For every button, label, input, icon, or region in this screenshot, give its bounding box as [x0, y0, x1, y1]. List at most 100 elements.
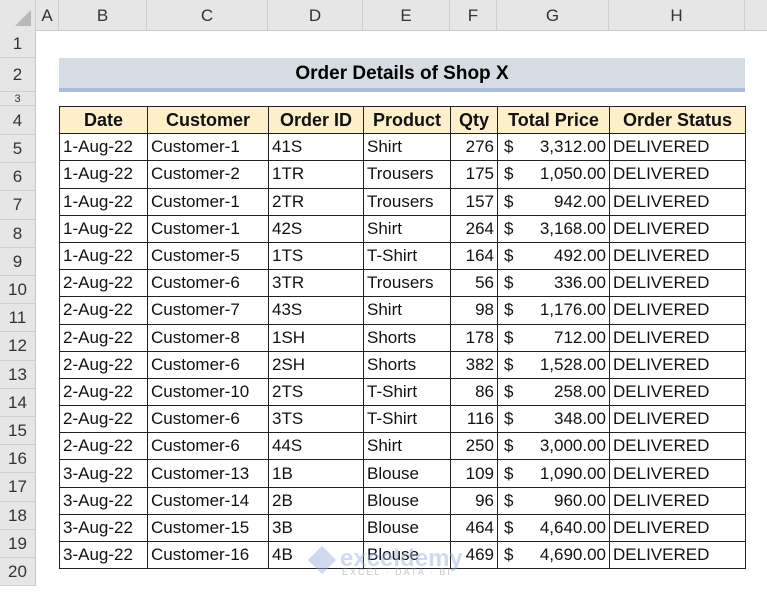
cell-total-price[interactable]: $1,176.00 — [497, 296, 610, 325]
cell-order-status[interactable]: DELIVERED — [609, 350, 746, 379]
cell-total-price[interactable]: $1,528.00 — [497, 350, 610, 379]
cell-total-price[interactable]: $3,312.00 — [497, 133, 610, 162]
cell-total-price[interactable]: $1,050.00 — [497, 160, 610, 189]
row-header-18[interactable]: 18 — [0, 501, 36, 530]
cell-order-id[interactable]: 1TR — [268, 160, 364, 189]
cell-qty[interactable]: 164 — [450, 241, 498, 271]
cell-order-status[interactable]: DELIVERED — [609, 513, 746, 543]
cell-date[interactable]: 2-Aug-22 — [59, 405, 148, 434]
cell-customer[interactable]: Customer-13 — [147, 459, 269, 488]
cell-order-id[interactable]: 1TS — [268, 241, 364, 271]
cell-customer[interactable]: Customer-10 — [147, 377, 269, 407]
column-header-a[interactable]: A — [36, 0, 59, 30]
row-header-7[interactable]: 7 — [0, 191, 36, 220]
cell-order-id[interactable]: 3B — [268, 513, 364, 543]
cell-order-id[interactable]: 3TR — [268, 269, 364, 298]
column-header-d[interactable]: D — [268, 0, 363, 30]
cell-date[interactable]: 1-Aug-22 — [59, 133, 148, 162]
header-order-id[interactable]: Order ID — [268, 105, 364, 135]
cell-customer[interactable]: Customer-7 — [147, 296, 269, 325]
row-header-11[interactable]: 11 — [0, 304, 36, 333]
cell-customer[interactable]: Customer-5 — [147, 241, 269, 271]
cell-date[interactable]: 2-Aug-22 — [59, 269, 148, 298]
row-header-1[interactable]: 1 — [0, 30, 36, 58]
cell-qty[interactable]: 157 — [450, 187, 498, 216]
cell-customer[interactable]: Customer-6 — [147, 432, 269, 461]
cell-order-status[interactable]: DELIVERED — [609, 377, 746, 407]
cell-order-status[interactable]: DELIVERED — [609, 214, 746, 243]
cell-order-status[interactable]: DELIVERED — [609, 160, 746, 189]
cell-order-id[interactable]: 1SH — [268, 323, 364, 352]
cell-customer[interactable]: Customer-2 — [147, 160, 269, 189]
cell-order-id[interactable]: 2SH — [268, 350, 364, 379]
column-header-g[interactable]: G — [497, 0, 609, 30]
cell-total-price[interactable]: $3,000.00 — [497, 432, 610, 461]
row-header-2[interactable]: 2 — [0, 58, 36, 92]
cell-product[interactable]: Trousers — [363, 187, 451, 216]
cell-product[interactable]: Blouse — [363, 540, 451, 570]
row-header-20[interactable]: 20 — [0, 558, 36, 587]
sheet-title[interactable]: Order Details of Shop X — [59, 58, 745, 92]
cell-product[interactable]: Blouse — [363, 486, 451, 515]
row-header-16[interactable]: 16 — [0, 445, 36, 474]
cell-total-price[interactable]: $960.00 — [497, 486, 610, 515]
cell-order-status[interactable]: DELIVERED — [609, 459, 746, 488]
cell-qty[interactable]: 98 — [450, 296, 498, 325]
cell-date[interactable]: 2-Aug-22 — [59, 350, 148, 379]
cell-product[interactable]: Shirt — [363, 296, 451, 325]
cell-product[interactable]: Shorts — [363, 323, 451, 352]
row-header-6[interactable]: 6 — [0, 163, 36, 192]
cell-product[interactable]: T-Shirt — [363, 405, 451, 434]
row-header-14[interactable]: 14 — [0, 388, 36, 417]
header-total-price[interactable]: Total Price — [497, 105, 610, 135]
cell-date[interactable]: 1-Aug-22 — [59, 214, 148, 243]
cell-order-id[interactable]: 2TR — [268, 187, 364, 216]
cell-product[interactable]: Blouse — [363, 513, 451, 543]
cell-order-status[interactable]: DELIVERED — [609, 405, 746, 434]
cell-date[interactable]: 1-Aug-22 — [59, 160, 148, 189]
cell-order-status[interactable]: DELIVERED — [609, 323, 746, 352]
cell-date[interactable]: 3-Aug-22 — [59, 513, 148, 543]
cell-order-status[interactable]: DELIVERED — [609, 486, 746, 515]
cell-date[interactable]: 2-Aug-22 — [59, 323, 148, 352]
cell-product[interactable]: Trousers — [363, 269, 451, 298]
column-header-f[interactable]: F — [450, 0, 497, 30]
cell-qty[interactable]: 96 — [450, 486, 498, 515]
row-header-13[interactable]: 13 — [0, 360, 36, 389]
cell-customer[interactable]: Customer-14 — [147, 486, 269, 515]
cell-product[interactable]: Blouse — [363, 459, 451, 488]
cell-order-id[interactable]: 43S — [268, 296, 364, 325]
cell-qty[interactable]: 116 — [450, 405, 498, 434]
row-header-19[interactable]: 19 — [0, 529, 36, 558]
cell-order-id[interactable]: 42S — [268, 214, 364, 243]
cell-customer[interactable]: Customer-16 — [147, 540, 269, 570]
cell-product[interactable]: T-Shirt — [363, 377, 451, 407]
cell-date[interactable]: 2-Aug-22 — [59, 432, 148, 461]
cell-qty[interactable]: 178 — [450, 323, 498, 352]
cell-order-status[interactable]: DELIVERED — [609, 187, 746, 216]
cell-product[interactable]: T-Shirt — [363, 241, 451, 271]
cell-order-status[interactable]: DELIVERED — [609, 269, 746, 298]
column-header-b[interactable]: B — [59, 0, 147, 30]
cell-customer[interactable]: Customer-6 — [147, 350, 269, 379]
cell-qty[interactable]: 264 — [450, 214, 498, 243]
cell-total-price[interactable]: $3,168.00 — [497, 214, 610, 243]
cell-order-status[interactable]: DELIVERED — [609, 241, 746, 271]
cell-date[interactable]: 3-Aug-22 — [59, 459, 148, 488]
cell-total-price[interactable]: $4,690.00 — [497, 540, 610, 570]
cell-product[interactable]: Shirt — [363, 214, 451, 243]
cell-qty[interactable]: 276 — [450, 133, 498, 162]
cell-customer[interactable]: Customer-1 — [147, 214, 269, 243]
cell-date[interactable]: 2-Aug-22 — [59, 377, 148, 407]
row-header-10[interactable]: 10 — [0, 276, 36, 305]
cell-product[interactable]: Shirt — [363, 432, 451, 461]
cell-qty[interactable]: 250 — [450, 432, 498, 461]
row-header-4[interactable]: 4 — [0, 106, 36, 135]
cell-total-price[interactable]: $712.00 — [497, 323, 610, 352]
cell-order-status[interactable]: DELIVERED — [609, 296, 746, 325]
row-header-9[interactable]: 9 — [0, 247, 36, 276]
row-header-15[interactable]: 15 — [0, 417, 36, 446]
cell-order-id[interactable]: 44S — [268, 432, 364, 461]
cell-qty[interactable]: 175 — [450, 160, 498, 189]
select-all-button[interactable] — [0, 0, 36, 30]
